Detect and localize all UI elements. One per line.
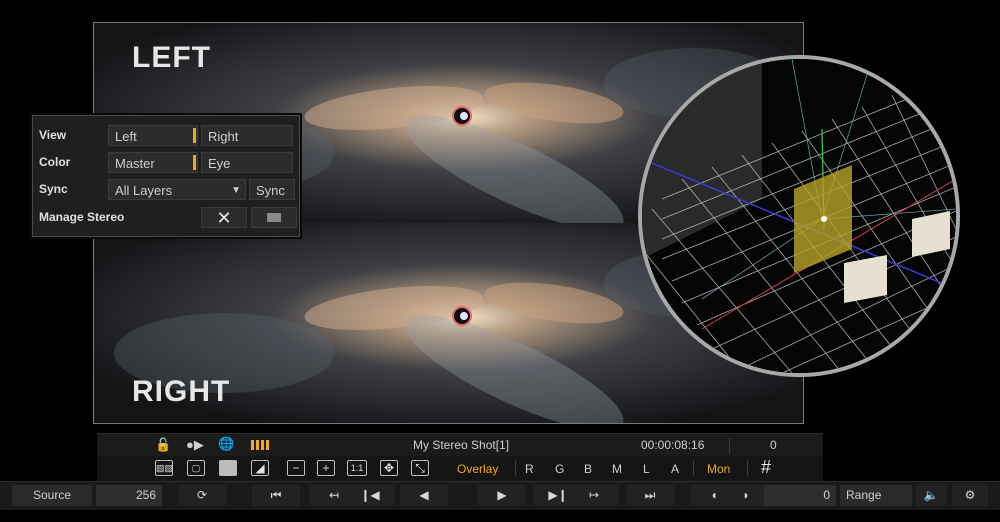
channel-m[interactable]: M — [612, 462, 622, 476]
overlay-toggle[interactable]: Overlay — [457, 462, 498, 476]
go-to-end-icon[interactable]: ⏭ — [626, 485, 674, 506]
info-bar: 🔓 ●▶ 🌐 My Stereo Shot[1] 00:00:08:16 0 — [97, 433, 823, 457]
diagonal-icon[interactable]: ⤡ — [411, 460, 429, 476]
range-selector[interactable]: Range — [840, 485, 912, 506]
fit-width-icon[interactable]: ▧▧ — [155, 460, 173, 476]
manage-stereo-label: Manage Stereo — [39, 210, 125, 224]
go-to-start-icon[interactable]: ⏮ — [252, 485, 300, 506]
record-play-icon[interactable]: ●▶ — [186, 437, 204, 453]
gear-icon[interactable]: ⚙ — [952, 485, 988, 506]
left-eye-title: LEFT — [132, 41, 211, 74]
monitor-toggle[interactable]: Mon — [707, 462, 730, 476]
fullscreen-icon[interactable]: ✥ — [380, 460, 398, 476]
color-row: Color Master Eye — [33, 149, 299, 176]
toggle-icon — [267, 213, 281, 222]
loop-icon[interactable]: ⟳ — [178, 485, 226, 506]
channel-g[interactable]: G — [555, 462, 564, 476]
fit-frame-icon[interactable]: ▢ — [187, 460, 205, 476]
color-accent — [193, 155, 196, 170]
mark-out-icon[interactable]: ◗ — [722, 485, 770, 506]
sync-row: Sync All Layers ▼ Sync — [33, 176, 299, 203]
stereo-panel: View Left Right Color Master Eye Sync Al… — [32, 115, 300, 237]
shot-name: My Stereo Shot[1] — [413, 438, 510, 452]
speaker-icon[interactable]: 🔈 — [916, 485, 946, 506]
sync-layers-value: All Layers — [115, 183, 173, 198]
right-eye-title: RIGHT — [132, 375, 231, 408]
zoom-3d-scene — [638, 55, 960, 377]
channel-a[interactable]: A — [671, 462, 679, 476]
sync-label: Sync — [39, 182, 68, 196]
zoom-in-icon[interactable]: + — [317, 460, 335, 476]
play-reverse-icon[interactable]: ◀ — [400, 485, 448, 506]
divider — [693, 460, 694, 476]
frame-counter: 0 — [770, 438, 777, 452]
view-accent — [193, 128, 196, 143]
sync-button[interactable]: Sync — [249, 179, 295, 200]
channel-b[interactable]: B — [584, 462, 592, 476]
color-eye-option[interactable]: Eye — [201, 152, 293, 173]
close-icon: ✕ — [216, 208, 232, 228]
close-stereo-button[interactable]: ✕ — [201, 207, 247, 228]
channel-r[interactable]: R — [525, 462, 534, 476]
source-value-field[interactable]: 256 — [96, 485, 162, 506]
divider — [747, 460, 748, 476]
next-key-icon[interactable]: ↦ — [570, 485, 618, 506]
stereo-toggle-button[interactable] — [251, 207, 297, 228]
source-label[interactable]: Source — [12, 485, 92, 506]
lock-icon[interactable]: 🔓 — [155, 437, 171, 453]
view-controls-bar: ▧▧ ▢ ◢ − + 1:1 ✥ ⤡ Overlay R G B M L A M… — [97, 456, 823, 481]
grid-icon[interactable]: # — [761, 457, 771, 478]
globe-icon[interactable]: 🌐 — [218, 436, 234, 452]
3d-grid-scene — [642, 59, 956, 373]
wipe-icon[interactable]: ◢ — [251, 460, 269, 476]
channel-l[interactable]: L — [643, 462, 650, 476]
zoom-one-to-one-button[interactable]: 1:1 — [347, 460, 367, 476]
zoom-out-icon[interactable]: − — [287, 460, 305, 476]
stereo-mode-icon[interactable] — [251, 440, 271, 450]
divider — [515, 460, 516, 476]
view-label: View — [39, 128, 67, 142]
view-right-option[interactable]: Right — [201, 125, 293, 146]
color-master-option[interactable]: Master — [108, 152, 198, 173]
color-label: Color — [39, 155, 71, 169]
side-by-side-icon[interactable] — [219, 460, 237, 476]
sync-layers-dropdown[interactable]: All Layers ▼ — [108, 179, 246, 200]
play-icon[interactable]: ▶ — [478, 485, 526, 506]
chevron-down-icon: ▼ — [231, 185, 241, 196]
view-row: View Left Right — [33, 122, 299, 149]
frame-input[interactable]: 0 — [764, 485, 836, 506]
step-back-icon[interactable]: ❙◀ — [346, 485, 394, 506]
timecode-display: 00:00:08:16 — [641, 438, 705, 452]
transport-bar: Source 256 ⟳ ⏮ ↤ ❙◀ ◀ ▶ ▶❙ ↦ ⏭ ◖ ◗ 0 Ran… — [0, 481, 1000, 510]
manage-row: Manage Stereo ✕ — [33, 204, 299, 231]
view-left-option[interactable]: Left — [108, 125, 198, 146]
divider — [729, 438, 730, 454]
